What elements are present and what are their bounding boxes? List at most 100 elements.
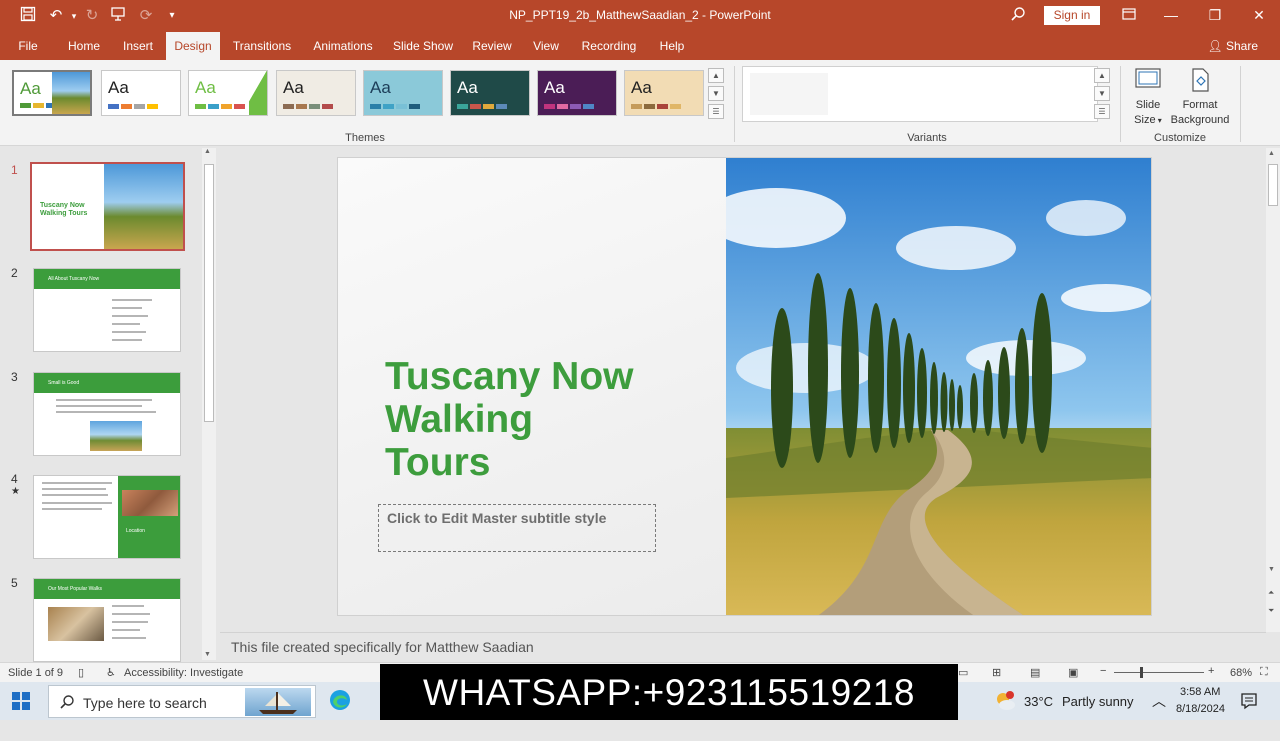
theme-preview-text: Aa <box>370 78 391 97</box>
share-button[interactable]: 👤︎ Share <box>1207 32 1258 60</box>
themes-scroll-down-icon[interactable]: ▼ <box>708 86 724 101</box>
themes-scroll-up-icon[interactable]: ▲ <box>708 68 724 83</box>
title-line-3: Tours <box>385 441 491 484</box>
theme-7[interactable]: Aa <box>537 70 617 116</box>
theme-color-swatch <box>457 104 507 109</box>
zoom-in-icon[interactable]: + <box>1208 665 1214 677</box>
theme-3[interactable]: Aa <box>188 70 268 116</box>
search-highlight-image <box>245 688 311 716</box>
tab-review[interactable]: Review <box>470 32 514 60</box>
theme-4[interactable]: Aa <box>276 70 356 116</box>
taskbar-search-box[interactable]: Type here to search <box>48 685 316 718</box>
weather-icon[interactable] <box>994 690 1016 728</box>
thumbnail-title: Tuscany Now Walking Tours <box>40 202 88 217</box>
subtitle-placeholder[interactable]: Click to Edit Master subtitle style <box>378 504 656 552</box>
tab-view[interactable]: View <box>528 32 564 60</box>
scroll-down-icon[interactable]: ▼ <box>204 651 211 658</box>
previous-slide-icon[interactable]: ⏶ <box>1268 588 1274 598</box>
close-icon[interactable]: ✕ <box>1244 4 1274 26</box>
next-slide-icon[interactable]: ⏷ <box>1268 606 1274 616</box>
sign-in-button[interactable]: Sign in <box>1044 6 1100 25</box>
slide-size-label-2: Size <box>1134 114 1156 126</box>
thumbnail-image <box>48 607 104 641</box>
zoom-slider-thumb[interactable] <box>1140 667 1143 678</box>
scroll-down-icon[interactable]: ▼ <box>1268 566 1275 573</box>
chevron-down-icon: ▾ <box>1155 116 1162 125</box>
zoom-slider[interactable] <box>1114 667 1204 678</box>
tab-slide-show[interactable]: Slide Show <box>390 32 456 60</box>
tab-file[interactable]: File <box>8 32 48 60</box>
chevron-up-icon[interactable]: ︿ <box>1152 691 1166 729</box>
group-divider <box>1240 66 1241 142</box>
minimize-icon[interactable]: — <box>1156 4 1186 26</box>
fit-slide-icon[interactable]: ⛶ <box>1260 666 1268 679</box>
slide-thumbnail-2[interactable]: All About Tuscany Now <box>33 268 181 352</box>
slide-number-1: 1 <box>11 163 18 177</box>
slide-thumbnail-3[interactable]: Small is Good <box>33 372 181 456</box>
clock-date[interactable]: 8/18/2024 <box>1176 703 1225 741</box>
notes-pane[interactable]: This file created specifically for Matth… <box>220 632 1266 660</box>
format-background-button[interactable]: Format Background <box>1168 68 1232 128</box>
tab-help[interactable]: Help <box>654 32 690 60</box>
editor-scrollbar[interactable]: ▲ ▼ ⏶ ⏷ <box>1266 148 1280 632</box>
theme-5[interactable]: Aa <box>363 70 443 116</box>
scroll-up-icon[interactable]: ▲ <box>204 148 211 155</box>
theme-6[interactable]: Aa <box>450 70 530 116</box>
normal-view-icon[interactable]: ▭ <box>958 666 968 679</box>
slide-title[interactable]: Tuscany Now Walking Tours <box>385 355 705 484</box>
thumbnail-title: Small is Good <box>34 373 180 393</box>
theme-preview-text: Aa <box>195 78 216 97</box>
variants-scroll-up-icon[interactable]: ▲ <box>1094 68 1110 83</box>
tab-recording[interactable]: Recording <box>578 32 640 60</box>
slide-show-view-icon[interactable]: ▣ <box>1068 666 1078 679</box>
reading-view-icon[interactable]: ▤ <box>1030 666 1040 679</box>
spelling-icon[interactable]: ▯ <box>78 666 84 679</box>
slide-sorter-icon[interactable]: ⊞ <box>992 666 1001 679</box>
ribbon-display-icon[interactable] <box>1114 4 1144 26</box>
theme-preview-text: Aa <box>544 78 565 97</box>
slide-thumbnails-panel: 1 Tuscany Now Walking Tours 2 All About … <box>0 146 218 662</box>
accessibility-status[interactable]: Accessibility: Investigate <box>124 667 243 679</box>
zoom-level[interactable]: 68% <box>1230 667 1252 679</box>
notification-icon[interactable] <box>1240 692 1258 730</box>
title-bar: ↶ ▾ ↻ ⟳ ▾ NP_PPT19_2b_MatthewSaadian_2 -… <box>0 0 1280 32</box>
tab-home[interactable]: Home <box>62 32 106 60</box>
slide-size-label-1: Slide <box>1135 99 1161 111</box>
theme-1[interactable]: Aa <box>12 70 92 116</box>
weather-description[interactable]: Partly sunny <box>1062 694 1134 732</box>
scrollbar-thumb[interactable] <box>204 164 214 422</box>
subtitle-placeholder-text: Click to Edit Master subtitle style <box>387 510 607 526</box>
slide-thumbnail-5[interactable]: Our Most Popular Walks <box>33 578 181 662</box>
edge-browser-icon[interactable] <box>328 688 352 717</box>
restore-icon[interactable]: ❐ <box>1200 4 1230 26</box>
search-icon[interactable] <box>1008 6 1028 26</box>
thumbnail-image <box>90 421 142 451</box>
theme-8[interactable]: Aa <box>624 70 704 116</box>
tab-design[interactable]: Design <box>166 32 220 60</box>
scroll-up-icon[interactable]: ▲ <box>1268 150 1275 157</box>
accessibility-icon[interactable]: ♿︎ <box>106 666 116 679</box>
windows-start-icon[interactable] <box>12 692 30 715</box>
variants-scroll-down-icon[interactable]: ▼ <box>1094 86 1110 101</box>
slide-thumbnail-1[interactable]: Tuscany Now Walking Tours <box>30 162 185 251</box>
thumbnails-scrollbar[interactable]: ▲ ▼ <box>202 148 216 660</box>
variants-more-icon[interactable]: ☰ <box>1094 104 1110 119</box>
zoom-out-icon[interactable]: − <box>1100 665 1106 677</box>
scrollbar-thumb[interactable] <box>1268 164 1278 206</box>
theme-preview-text: Aa <box>283 78 304 97</box>
slide-size-button[interactable]: Slide Size ▾ <box>1128 68 1168 128</box>
slide-thumbnail-4[interactable]: Location <box>33 475 181 559</box>
weather-temperature[interactable]: 33°C <box>1024 694 1053 732</box>
themes-more-icon[interactable]: ☰ <box>708 104 724 119</box>
tab-insert[interactable]: Insert <box>118 32 158 60</box>
tuscany-road-image[interactable] <box>726 158 1152 616</box>
theme-preview-accent <box>249 71 267 115</box>
tab-animations[interactable]: Animations <box>308 32 378 60</box>
theme-color-swatch <box>544 104 594 109</box>
theme-preview-text: Aa <box>108 78 129 97</box>
slide-canvas[interactable]: Tuscany Now Walking Tours Click to Edit … <box>337 157 1152 616</box>
variant-item[interactable] <box>750 73 828 115</box>
theme-2[interactable]: Aa <box>101 70 181 116</box>
slide-number-2: 2 <box>11 266 18 280</box>
tab-transitions[interactable]: Transitions <box>230 32 294 60</box>
